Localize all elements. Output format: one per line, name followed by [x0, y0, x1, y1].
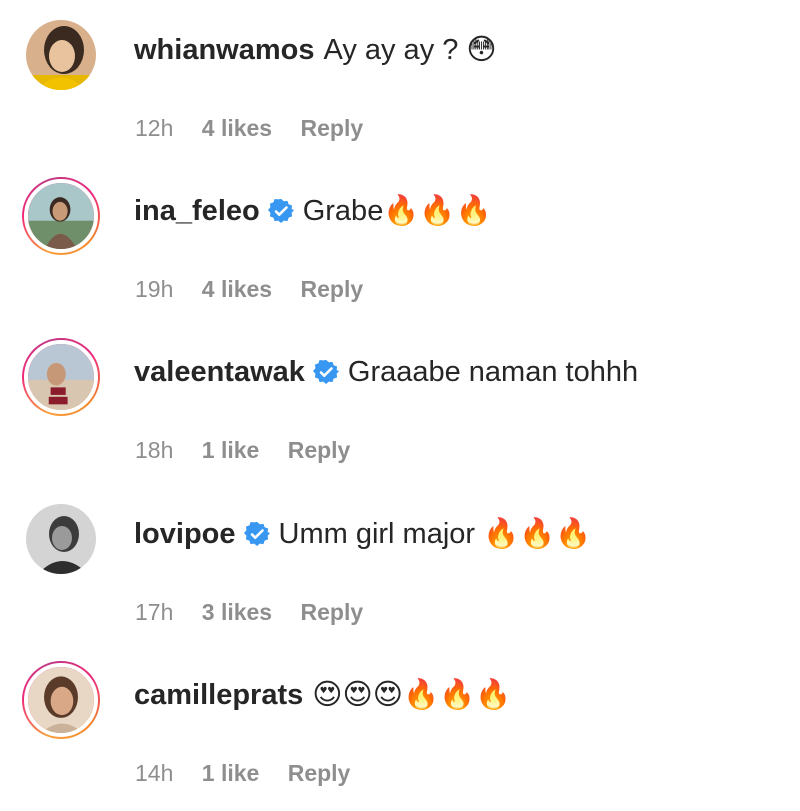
comment-meta: 19h 4 likes Reply — [135, 276, 385, 303]
reply-button[interactable]: Reply — [301, 276, 364, 302]
avatar[interactable] — [22, 338, 100, 416]
comment-username[interactable]: ina_feleo — [134, 191, 260, 231]
avatar[interactable] — [22, 177, 100, 255]
comment-text: Umm girl major 🔥🔥🔥 — [278, 518, 592, 550]
comment-time: 17h — [135, 599, 174, 625]
comment-time: 14h — [135, 760, 174, 786]
comment-item: whianwamos Ay ay ay ? 😳 12h 4 likes Repl… — [0, 16, 800, 166]
avatar[interactable] — [22, 661, 100, 739]
reply-button[interactable]: Reply — [288, 437, 351, 463]
comment-list: whianwamos Ay ay ay ? 😳 12h 4 likes Repl… — [0, 0, 800, 803]
comment-time: 12h — [135, 115, 174, 141]
comment-username[interactable]: camilleprats — [134, 675, 303, 715]
comment-item: ina_feleo Grabe🔥🔥🔥 19h 4 likes Reply — [0, 177, 800, 327]
comment-meta: 18h 1 like Reply — [135, 437, 372, 464]
comment-line: camilleprats 😍😍😍🔥🔥🔥 — [134, 675, 511, 715]
reply-button[interactable]: Reply — [288, 760, 351, 786]
avatar-photo-icon — [24, 179, 98, 253]
comment-username[interactable]: whianwamos — [134, 30, 315, 70]
comment-text: Graaabe naman tohhh — [347, 356, 639, 388]
reply-button[interactable]: Reply — [301, 115, 364, 141]
comment-line: whianwamos Ay ay ay ? 😳 — [134, 30, 497, 70]
comment-username[interactable]: valeentawak — [134, 352, 305, 392]
verified-badge-icon — [312, 359, 339, 385]
comment-likes[interactable]: 3 likes — [202, 599, 272, 625]
comment-likes[interactable]: 4 likes — [202, 115, 272, 141]
comment-line: valeentawak Graaabe naman tohhh — [134, 352, 638, 392]
comment-time: 19h — [135, 276, 174, 302]
comment-meta: 12h 4 likes Reply — [135, 115, 385, 142]
avatar-photo-icon — [24, 663, 98, 737]
comment-line: lovipoe Umm girl major 🔥🔥🔥 — [134, 514, 591, 554]
comment-likes[interactable]: 4 likes — [202, 276, 272, 302]
comment-text: Ay ay ay ? 😳 — [323, 34, 497, 66]
avatar-photo-icon — [26, 504, 96, 574]
avatar[interactable] — [22, 500, 100, 578]
comment-meta: 17h 3 likes Reply — [135, 599, 385, 626]
avatar-photo-icon — [24, 340, 98, 414]
verified-badge-icon — [243, 521, 270, 547]
comment-line: ina_feleo Grabe🔥🔥🔥 — [134, 191, 492, 231]
avatar-photo-icon — [26, 20, 96, 90]
comment-text: 😍😍😍🔥🔥🔥 — [312, 679, 512, 711]
comment-likes[interactable]: 1 like — [202, 760, 260, 786]
comment-username[interactable]: lovipoe — [134, 514, 236, 554]
comment-item: valeentawak Graaabe naman tohhh 18h 1 li… — [0, 338, 800, 488]
avatar[interactable] — [22, 16, 100, 94]
comment-likes[interactable]: 1 like — [202, 437, 260, 463]
comment-item: lovipoe Umm girl major 🔥🔥🔥 17h 3 likes R… — [0, 500, 800, 650]
reply-button[interactable]: Reply — [301, 599, 364, 625]
comment-time: 18h — [135, 437, 174, 463]
comment-item: camilleprats 😍😍😍🔥🔥🔥 14h 1 like Reply — [0, 661, 800, 811]
comment-meta: 14h 1 like Reply — [135, 760, 372, 787]
comment-text: Grabe🔥🔥🔥 — [302, 195, 492, 227]
verified-badge-icon — [267, 198, 294, 224]
